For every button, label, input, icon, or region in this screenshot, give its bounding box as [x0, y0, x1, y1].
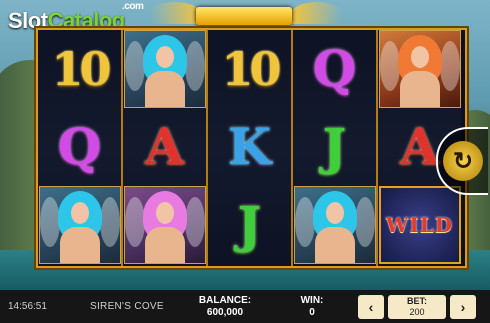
reel-4: QJ — [293, 30, 378, 266]
crest-wing-left — [150, 2, 200, 24]
win-label: WIN: — [300, 295, 324, 306]
orange-siren-symbol — [378, 30, 461, 108]
blue-siren-symbol — [38, 186, 121, 264]
reel-symbol: J — [293, 108, 376, 186]
symbol-a: A — [400, 117, 439, 176]
bet-display: BET: 200 — [388, 295, 446, 319]
clock: 14:56:51 — [8, 301, 47, 312]
balance-value: 600,000 — [206, 307, 244, 318]
bet-decrease-button[interactable]: ‹ — [358, 295, 384, 319]
reel-symbol — [123, 186, 206, 264]
symbol-q: Q — [312, 39, 357, 98]
reel-3: 10 K J — [208, 30, 293, 266]
game-title: SIREN'S COVE — [90, 301, 164, 312]
pink-siren-symbol — [123, 186, 206, 264]
spin-icon: ↻ — [443, 141, 483, 181]
win-value: 0 — [309, 307, 315, 318]
reel-symbol — [123, 30, 206, 108]
bottom-bar: 14:56:51 SIREN'S COVE BALANCE: 600,000 W… — [0, 290, 490, 323]
symbol-a: A — [145, 117, 184, 176]
reel-symbol: Q — [293, 30, 376, 108]
balance-label: BALANCE: — [198, 295, 252, 306]
reel-symbol: 10 — [38, 30, 121, 108]
reel-symbol: WILD — [378, 186, 461, 264]
reel-symbol — [378, 30, 461, 108]
reel-symbol — [293, 186, 376, 264]
wild-text: WILD — [385, 213, 454, 237]
crest-wing-right — [292, 2, 342, 24]
spin-button[interactable]: ↻ — [436, 127, 488, 195]
reel-symbol: Q — [38, 108, 121, 186]
reel-symbol: A — [123, 108, 206, 186]
reel-symbol — [38, 186, 121, 264]
reel-symbol: 10 — [208, 30, 291, 108]
reel-frame: 10 Q A 10 K J Q J A WILD — [36, 28, 467, 268]
symbol-k: K — [227, 117, 272, 176]
reel-symbol: K — [208, 108, 291, 186]
reel-symbol: J — [208, 186, 291, 264]
bet-increase-button[interactable]: › — [450, 295, 476, 319]
symbol-j: J — [237, 195, 262, 254]
reel-1: 10 Q — [38, 30, 123, 266]
bet-value: 200 — [409, 307, 425, 317]
blue-siren-symbol — [293, 186, 376, 264]
symbol-q: Q — [57, 117, 102, 176]
symbol-j: J — [322, 117, 347, 176]
reel-2: A — [123, 30, 208, 266]
blue-siren-symbol — [123, 30, 206, 108]
bet-label: BET: — [407, 296, 427, 306]
wild-symbol: WILD — [378, 186, 461, 264]
symbol-10: 10 — [221, 42, 281, 96]
top-crest — [196, 7, 292, 25]
symbol-10: 10 — [51, 42, 111, 96]
bet-control: ‹ BET: 200 › — [358, 295, 476, 319]
